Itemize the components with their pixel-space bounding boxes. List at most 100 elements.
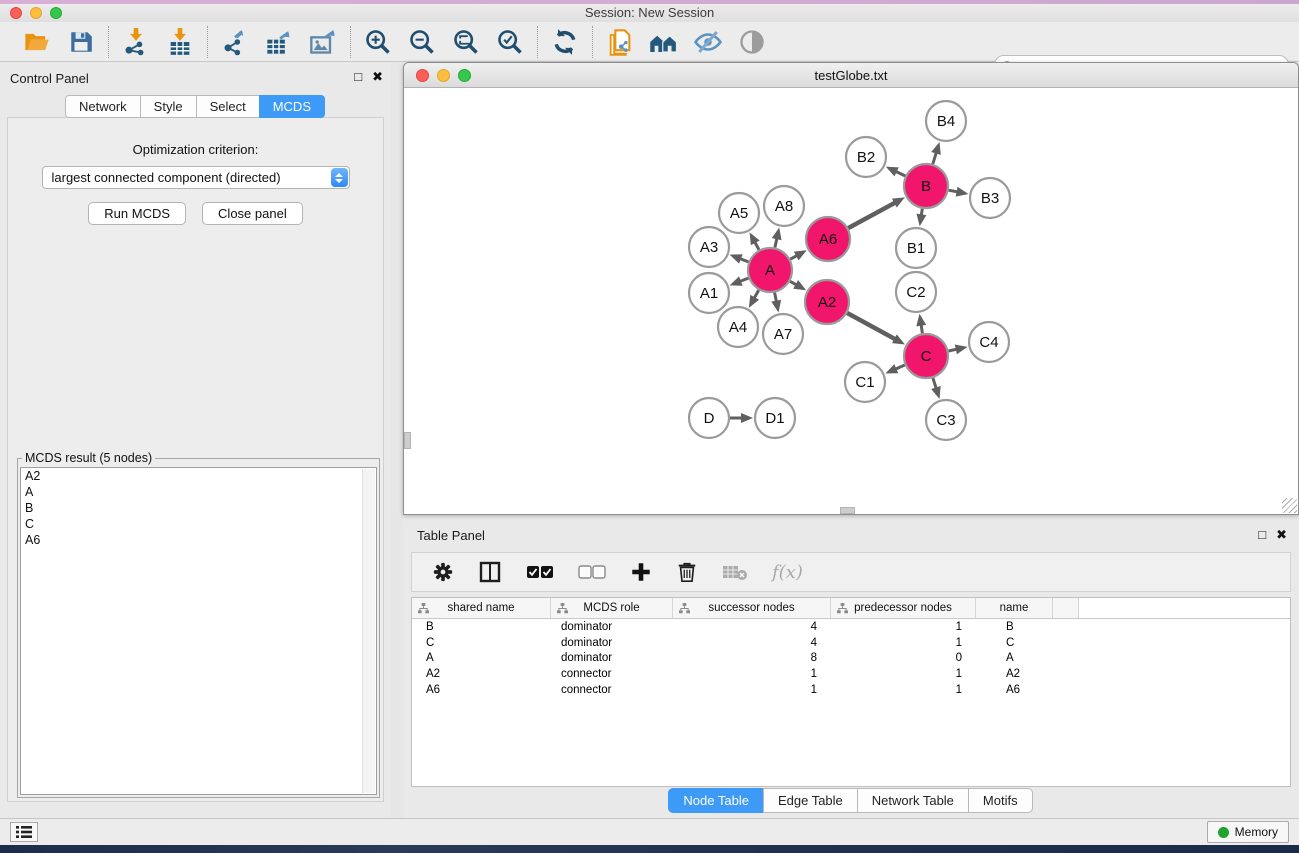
show-view-eye-icon[interactable] — [737, 27, 767, 57]
column-header-predecessor-nodes[interactable]: predecessor nodes — [831, 598, 976, 618]
edge-A6-B[interactable] — [848, 203, 895, 229]
edge-B-B1[interactable] — [921, 209, 922, 216]
float-table-panel-icon[interactable]: □ — [1258, 527, 1266, 543]
close-panel-icon[interactable]: ✖ — [372, 69, 383, 85]
tab-select[interactable]: Select — [196, 95, 260, 118]
memory-button[interactable]: Memory — [1207, 821, 1289, 843]
import-table-icon[interactable] — [165, 27, 195, 57]
zoom-selected-icon[interactable] — [495, 27, 525, 57]
tab-network-table[interactable]: Network Table — [857, 788, 969, 813]
run-mcds-button[interactable]: Run MCDS — [88, 202, 186, 225]
mcds-result-item[interactable]: B — [21, 500, 376, 516]
node-D[interactable]: D — [689, 398, 729, 438]
table-row[interactable]: Bdominator41B — [412, 619, 1290, 635]
edge-A-A5[interactable] — [755, 242, 759, 250]
edge-A-A8[interactable] — [775, 238, 777, 247]
mcds-result-item[interactable]: A6 — [21, 532, 376, 548]
node-A7[interactable]: A7 — [763, 314, 803, 354]
edge-A-A2[interactable] — [790, 281, 796, 285]
optimization-criterion-select[interactable]: largest connected component (directed) — [42, 166, 350, 189]
home-view-icon[interactable] — [649, 27, 679, 57]
refresh-icon[interactable] — [550, 27, 580, 57]
export-table-icon[interactable] — [264, 27, 294, 57]
edge-A-A6[interactable] — [790, 256, 797, 260]
column-header-successor-nodes[interactable]: successor nodes — [673, 598, 831, 618]
hide-all-columns-icon[interactable] — [578, 564, 606, 580]
tab-network[interactable]: Network — [65, 95, 141, 118]
svg-text:C4: C4 — [979, 334, 998, 351]
canvas-horizontal-scrollbar[interactable] — [840, 507, 855, 514]
node-A3[interactable]: A3 — [689, 227, 729, 267]
node-A4[interactable]: A4 — [718, 307, 758, 347]
zoom-in-icon[interactable] — [363, 27, 393, 57]
node-B1[interactable]: B1 — [896, 228, 936, 268]
column-header-name[interactable]: name — [976, 598, 1053, 618]
export-network-icon[interactable] — [220, 27, 250, 57]
tab-motifs[interactable]: Motifs — [968, 788, 1033, 813]
float-panel-icon[interactable]: □ — [354, 69, 362, 85]
table-row[interactable]: A6connector11A6 — [412, 682, 1290, 698]
add-column-icon[interactable] — [630, 561, 652, 583]
mcds-result-item[interactable]: A2 — [21, 468, 376, 484]
node-B2[interactable]: B2 — [846, 137, 886, 177]
panel-splitter[interactable] — [391, 62, 403, 818]
edge-C-C1[interactable] — [895, 365, 904, 369]
save-session-icon[interactable] — [66, 27, 96, 57]
node-A1[interactable]: A1 — [689, 273, 729, 313]
edge-A-A7[interactable] — [775, 293, 777, 302]
duplicate-network-icon[interactable] — [605, 27, 635, 57]
mcds-result-item[interactable]: A — [21, 484, 376, 500]
node-A6[interactable]: A6 — [806, 217, 850, 261]
edge-A-A3[interactable] — [740, 259, 749, 262]
edge-A2-C[interactable] — [847, 313, 895, 339]
node-A[interactable]: A — [748, 248, 792, 292]
import-network-icon[interactable] — [121, 27, 151, 57]
list-scrollbar[interactable] — [362, 469, 375, 793]
edge-B-B2[interactable] — [896, 171, 906, 176]
node-B3[interactable]: B3 — [970, 178, 1010, 218]
node-D1[interactable]: D1 — [755, 398, 795, 438]
edge-C-C4[interactable] — [949, 349, 957, 351]
edge-A-A1[interactable] — [740, 278, 749, 281]
edge-B-B4[interactable] — [933, 153, 937, 165]
table-row[interactable]: Cdominator41C — [412, 635, 1290, 651]
tab-mcds[interactable]: MCDS — [259, 95, 325, 118]
edge-A-A4[interactable] — [754, 290, 759, 298]
task-history-button[interactable] — [10, 822, 38, 842]
edge-C-C2[interactable] — [921, 325, 922, 334]
column-header-shared-name[interactable]: shared name — [412, 598, 551, 618]
edge-B-B3[interactable] — [949, 190, 958, 192]
node-B[interactable]: B — [904, 164, 948, 208]
hide-selected-eye-icon[interactable] — [693, 27, 723, 57]
split-table-icon[interactable] — [478, 560, 502, 584]
node-C[interactable]: C — [904, 334, 948, 378]
node-A5[interactable]: A5 — [719, 193, 759, 233]
export-image-icon[interactable] — [308, 27, 338, 57]
node-C3[interactable]: C3 — [926, 400, 966, 440]
edge-C-C3[interactable] — [933, 378, 936, 389]
window-resize-grip[interactable] — [1282, 498, 1297, 513]
tab-node-table[interactable]: Node Table — [668, 788, 764, 813]
delete-column-trash-icon[interactable] — [676, 561, 698, 583]
tab-style[interactable]: Style — [140, 95, 197, 118]
close-table-panel-icon[interactable]: ✖ — [1276, 527, 1287, 543]
node-C1[interactable]: C1 — [845, 362, 885, 402]
open-session-icon[interactable] — [22, 27, 52, 57]
show-all-columns-icon[interactable] — [526, 564, 554, 580]
zoom-fit-icon[interactable] — [451, 27, 481, 57]
network-canvas[interactable]: A A1 A2 A3 A4 A5 A6 A7 A8 B B1 B2 B3B4 C C1 C2 C3 C4 D D1 — [404, 89, 1298, 514]
node-B4[interactable]: B4 — [926, 101, 966, 141]
column-header-MCDS-role[interactable]: MCDS role — [551, 598, 673, 618]
close-panel-button[interactable]: Close panel — [202, 202, 303, 225]
mcds-result-item[interactable]: C — [21, 516, 376, 532]
table-row[interactable]: Adominator80A — [412, 650, 1290, 666]
tab-edge-table[interactable]: Edge Table — [763, 788, 858, 813]
zoom-out-icon[interactable] — [407, 27, 437, 57]
node-C2[interactable]: C2 — [896, 272, 936, 312]
canvas-vertical-scrollbar[interactable] — [404, 432, 411, 449]
settings-gear-icon[interactable] — [432, 561, 454, 583]
table-row[interactable]: A2connector11A2 — [412, 666, 1290, 682]
node-A8[interactable]: A8 — [764, 186, 804, 226]
node-A2[interactable]: A2 — [805, 280, 849, 324]
node-C4[interactable]: C4 — [969, 322, 1009, 362]
